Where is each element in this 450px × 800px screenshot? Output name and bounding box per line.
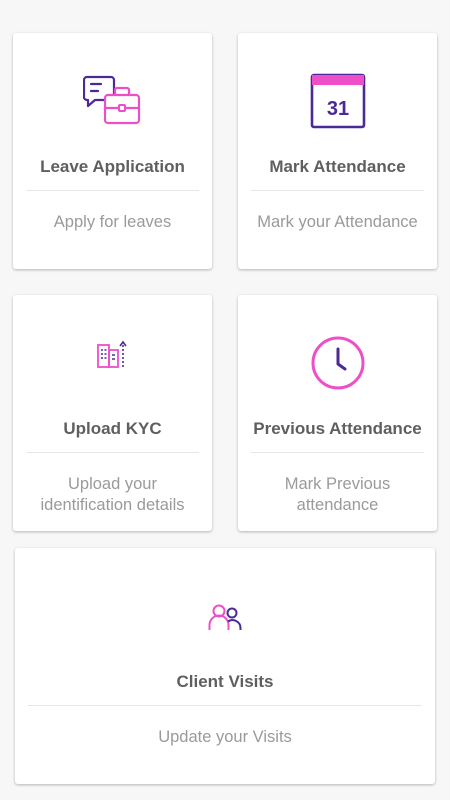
mark-attendance-card[interactable]: 31 Mark Attendance Mark your Attendance [238,33,437,269]
divider [28,705,422,706]
card-description: Apply for leaves [53,213,172,231]
card-description: Upload your identification details [40,475,185,514]
users-icon [208,603,242,631]
card-description: Mark Previous attendance [284,475,391,514]
client-visits-card[interactable]: Client Visits Update your Visits [15,548,435,784]
previous-attendance-card[interactable]: Previous Attendance Mark Previous attend… [238,295,437,531]
divider [251,190,424,191]
card-description: Mark your Attendance [257,213,418,231]
calendar-31-icon: 31 [310,73,366,129]
divider [251,452,424,453]
divider [26,190,199,191]
card-title: Upload KYC [63,419,162,438]
upload-kyc-card[interactable]: Upload KYC Upload your identification de… [13,295,212,531]
card-title: Leave Application [40,157,185,176]
card-title: Client Visits [176,672,274,691]
card-title: Previous Attendance [253,419,422,438]
clock-icon [310,335,366,391]
chat-briefcase-icon [82,73,143,129]
leave-application-card[interactable]: Leave Application Apply for leaves [13,33,212,269]
buildings-upload-icon [96,339,130,369]
divider [26,452,199,453]
calendar-day-number: 31 [326,98,348,120]
card-description: Update your Visits [158,728,292,746]
card-title: Mark Attendance [269,157,406,176]
